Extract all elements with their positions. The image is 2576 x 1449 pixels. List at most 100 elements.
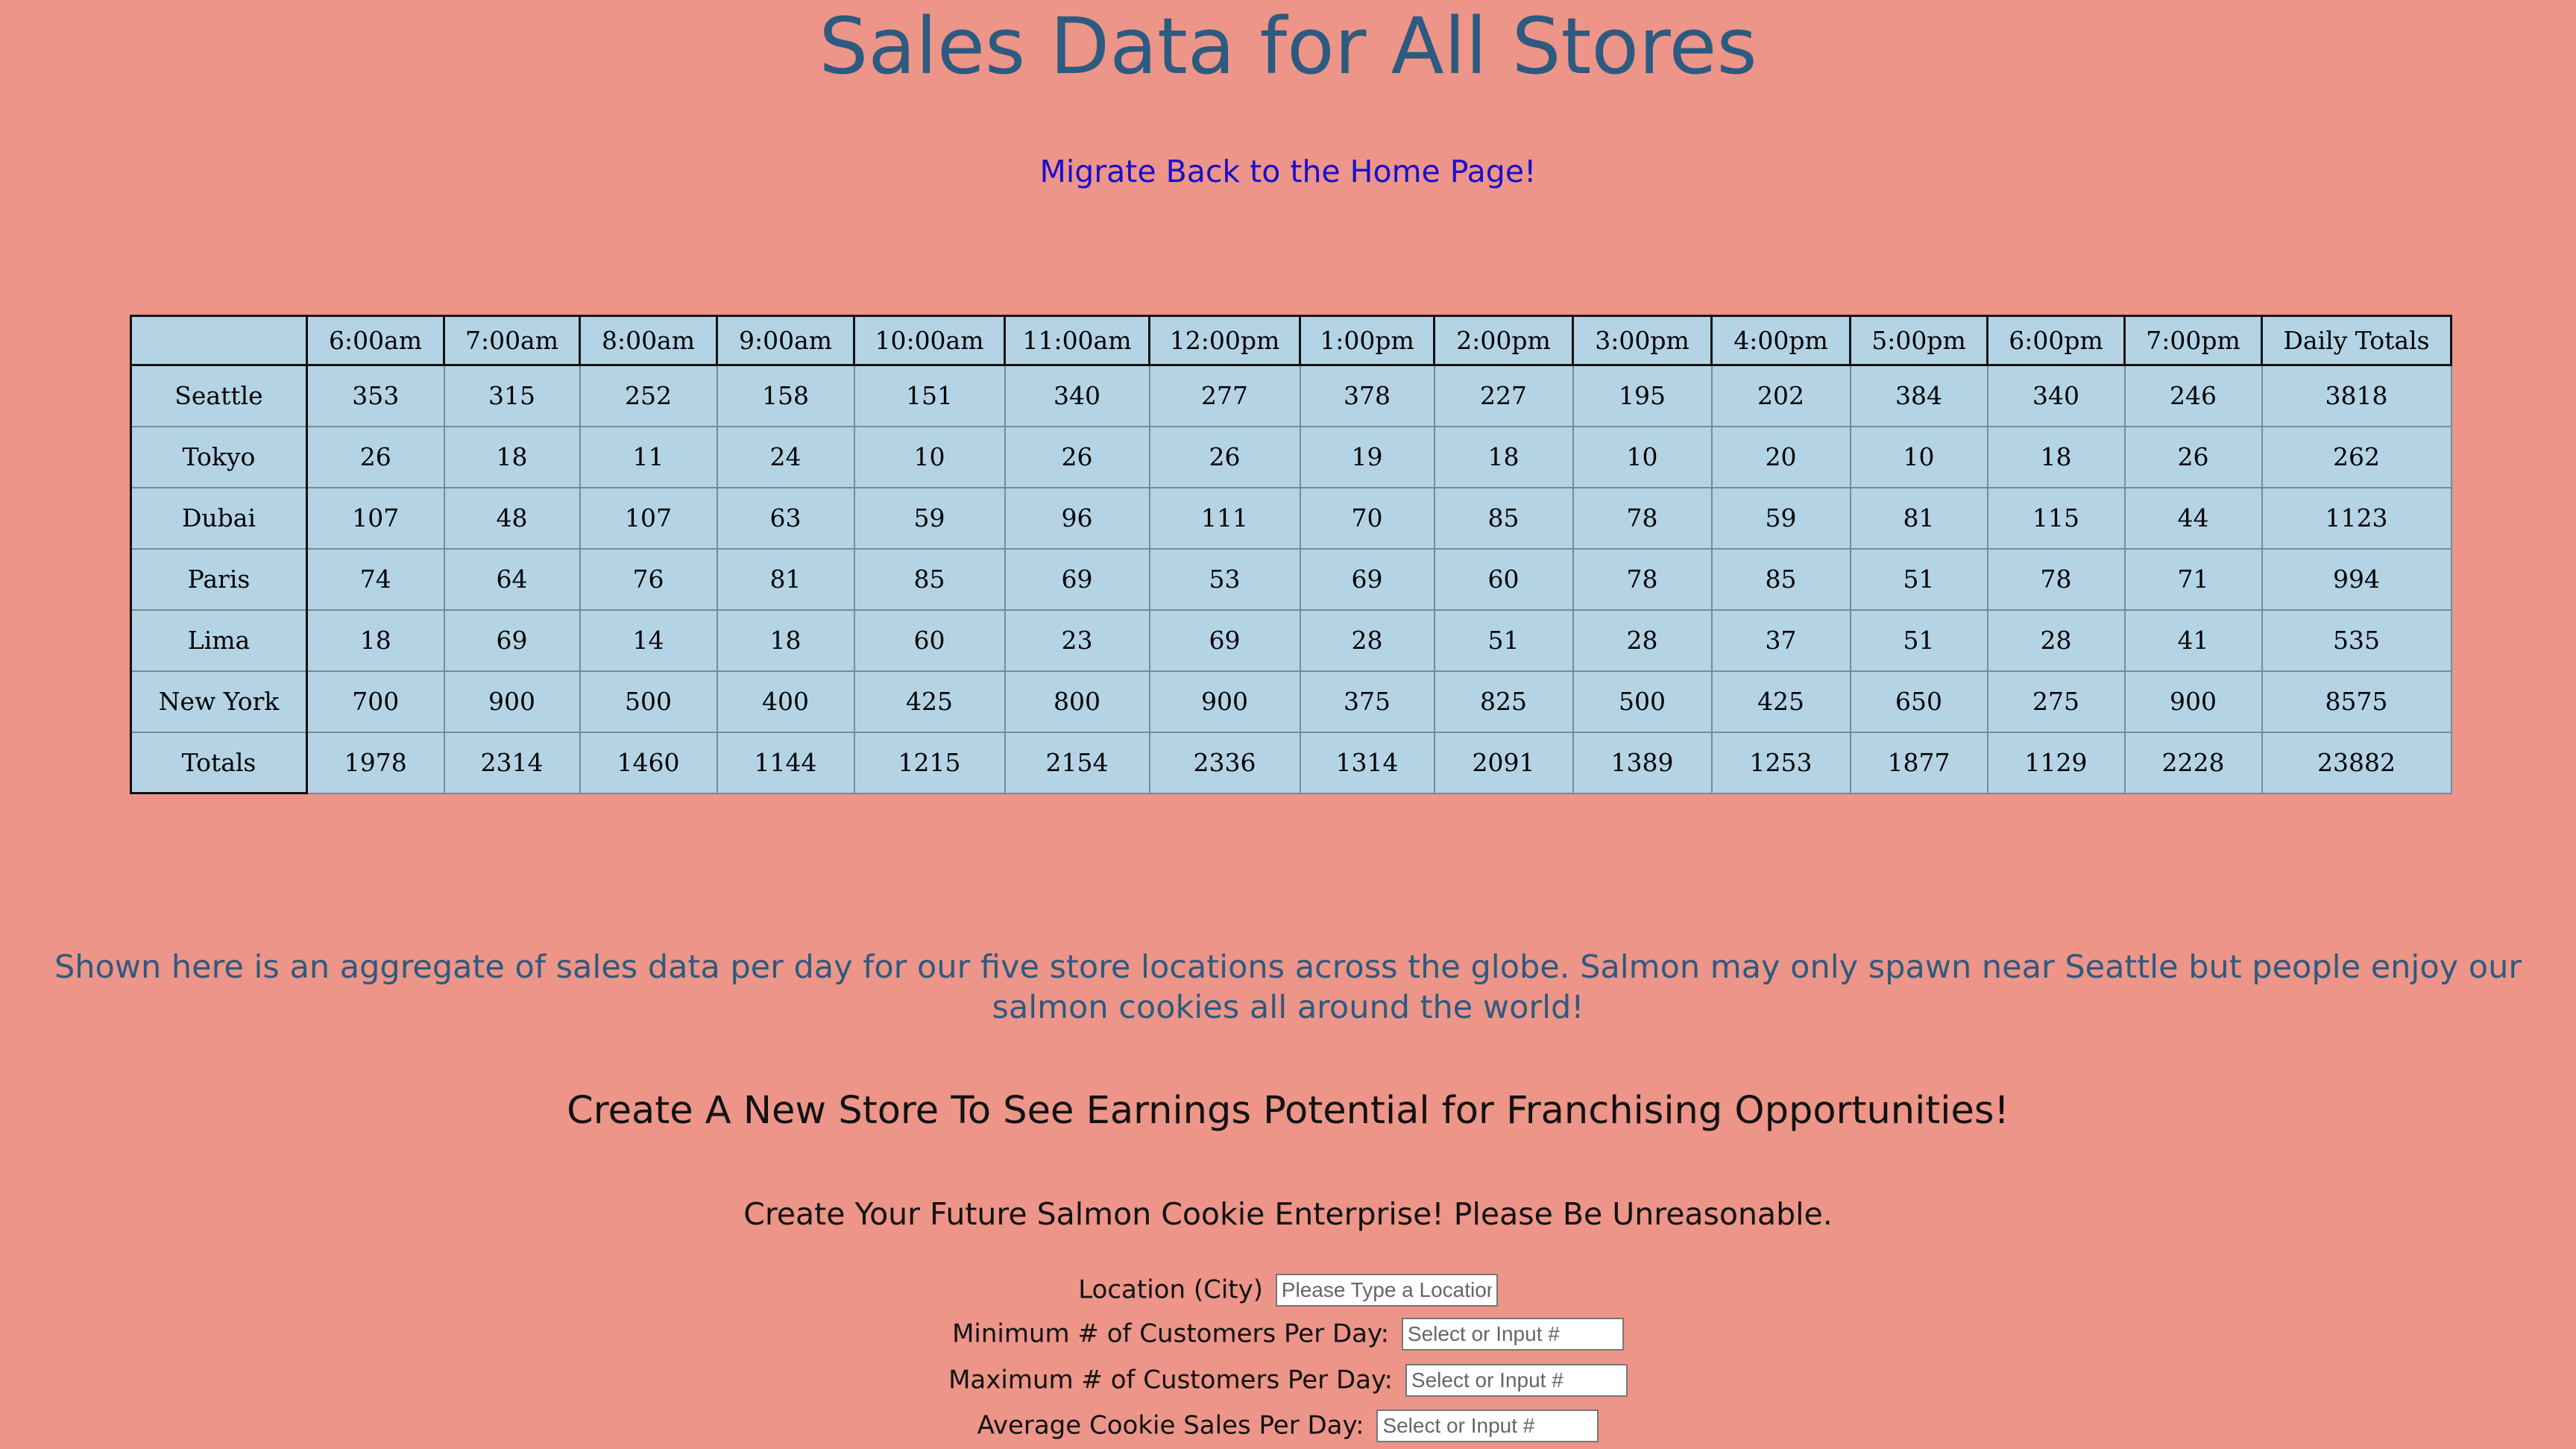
sales-cell: 10 — [1572, 425, 1713, 488]
sales-cell: 78 — [1986, 547, 2126, 611]
sales-cell: 60 — [853, 609, 1006, 672]
store-name-cell: Lima — [130, 609, 308, 672]
hour-header: 6:00pm — [1986, 315, 2126, 366]
hour-header: 1:00pm — [1299, 315, 1435, 366]
store-total-cell: 3818 — [2261, 364, 2452, 427]
hourly-total-cell: 1389 — [1572, 731, 1713, 794]
max-customers-label: Maximum # of Customers Per Day: — [948, 1365, 1394, 1395]
sales-cell: 340 — [1986, 364, 2126, 427]
sales-cell: 353 — [306, 364, 445, 427]
hourly-total-cell: 1877 — [1849, 731, 1988, 794]
location-row: Location (City) — [0, 1271, 2576, 1308]
sales-cell: 315 — [443, 364, 581, 427]
store-name-cell: Seattle — [130, 364, 308, 427]
min-customers-row: Minimum # of Customers Per Day: — [0, 1315, 2576, 1352]
sales-cell: 900 — [443, 670, 581, 733]
sales-cell: 26 — [1148, 425, 1301, 488]
totals-label: Totals — [130, 731, 308, 794]
sales-cell: 81 — [1849, 486, 1988, 550]
table-body: Seattle 353 315 252 158 151 340 277 378 227 195 202… — [130, 364, 2452, 733]
store-total-cell: 535 — [2261, 609, 2452, 672]
sales-cell: 69 — [1299, 547, 1435, 611]
sales-cell: 14 — [579, 609, 718, 672]
sales-cell: 252 — [579, 364, 718, 427]
table-row: Seattle 353 315 252 158 151 340 277 378 227 195 202… — [130, 364, 2452, 427]
table-header: 6:00am 7:00am 8:00am 9:00am 10:00am 11:0… — [130, 315, 2452, 366]
avg-sales-input[interactable] — [1376, 1409, 1599, 1442]
create-store-heading: Create A New Store To See Earnings Poten… — [567, 1089, 2009, 1133]
hour-header: 11:00am — [1004, 315, 1150, 366]
totals-row: Totals 1978 2314 1460 1144 1215 2154 2336 1314 2… — [130, 731, 2452, 794]
page-title: Sales Data for All Stores — [819, 1, 1757, 92]
sales-cell: 63 — [716, 486, 855, 550]
sales-cell: 115 — [1986, 486, 2126, 550]
max-customers-input[interactable] — [1405, 1363, 1628, 1397]
sales-cell: 425 — [853, 670, 1006, 733]
sales-cell: 24 — [716, 425, 855, 488]
sales-table: 6:00am 7:00am 8:00am 9:00am 10:00am 11:0… — [130, 315, 2452, 794]
store-total-cell: 1123 — [2261, 486, 2452, 550]
sales-cell: 378 — [1299, 364, 1435, 427]
sales-cell: 825 — [1433, 670, 1574, 733]
table-footer: Totals 1978 2314 1460 1144 1215 2154 2336 1314 2… — [130, 731, 2452, 794]
hourly-total-cell: 1460 — [579, 731, 718, 794]
sales-cell: 78 — [1572, 547, 1713, 611]
sales-cell: 18 — [443, 425, 581, 488]
hour-header: 7:00pm — [2123, 315, 2263, 366]
sales-cell: 69 — [1004, 547, 1150, 611]
hourly-total-cell: 1144 — [716, 731, 855, 794]
sales-cell: 202 — [1710, 364, 1851, 427]
min-customers-input[interactable] — [1401, 1317, 1624, 1351]
hour-header: 4:00pm — [1710, 315, 1851, 366]
table-row: Lima 18 69 14 18 60 23 69 28 51 28 37 51 28 41 535 — [130, 609, 2452, 672]
hour-header: 5:00pm — [1849, 315, 1988, 366]
sales-cell: 23 — [1004, 609, 1150, 672]
sales-cell: 53 — [1148, 547, 1301, 611]
sales-cell: 81 — [716, 547, 855, 611]
location-input[interactable] — [1275, 1273, 1498, 1307]
store-total-cell: 8575 — [2261, 670, 2452, 733]
table-row: Paris 74 64 76 81 85 69 53 69 60 78 85 51 78 71 994 — [130, 547, 2452, 611]
sales-cell: 700 — [306, 670, 445, 733]
sales-cell: 28 — [1299, 609, 1435, 672]
home-page-link[interactable]: Migrate Back to the Home Page! — [0, 151, 2576, 192]
hourly-total-cell: 2314 — [443, 731, 581, 794]
sales-cell: 384 — [1849, 364, 1988, 427]
sales-cell: 78 — [1572, 486, 1713, 550]
store-total-cell: 994 — [2261, 547, 2452, 611]
sales-cell: 900 — [1148, 670, 1301, 733]
sales-cell: 28 — [1986, 609, 2126, 672]
sales-cell: 59 — [853, 486, 1006, 550]
sales-description: Shown here is an aggregate of sales data… — [54, 949, 2522, 1026]
hour-header: 3:00pm — [1572, 315, 1713, 366]
table-row: Tokyo 26 18 11 24 10 26 26 19 18 10 20 10 18 26 262 — [130, 425, 2452, 488]
sales-cell: 76 — [579, 547, 718, 611]
store-name-cell: Dubai — [130, 486, 308, 550]
hourly-total-cell: 1314 — [1299, 731, 1435, 794]
store-name-cell: Paris — [130, 547, 308, 611]
sales-cell: 10 — [1849, 425, 1988, 488]
sales-cell: 41 — [2123, 609, 2263, 672]
sales-cell: 227 — [1433, 364, 1574, 427]
hourly-total-cell: 1215 — [853, 731, 1006, 794]
sales-cell: 74 — [306, 547, 445, 611]
sales-cell: 195 — [1572, 364, 1713, 427]
hourly-total-cell: 1253 — [1710, 731, 1851, 794]
sales-cell: 18 — [1986, 425, 2126, 488]
avg-sales-label: Average Cookie Sales Per Day: — [977, 1410, 1364, 1441]
sales-cell: 51 — [1849, 547, 1988, 611]
hourly-total-cell: 2091 — [1433, 731, 1574, 794]
sales-cell: 28 — [1572, 609, 1713, 672]
hour-header: 10:00am — [853, 315, 1006, 366]
table-row: Dubai 107 48 107 63 59 96 111 70 85 78 59 81 115 44 112… — [130, 486, 2452, 550]
max-customers-row: Maximum # of Customers Per Day: — [0, 1361, 2576, 1398]
table-row: New York 700 900 500 400 425 800 900 375 825 500 42… — [130, 670, 2452, 733]
sales-cell: 111 — [1148, 486, 1301, 550]
sales-cell: 60 — [1433, 547, 1574, 611]
hour-header: 9:00am — [716, 315, 855, 366]
sales-cell: 59 — [1710, 486, 1851, 550]
sales-cell: 69 — [1148, 609, 1301, 672]
sales-cell: 64 — [443, 547, 581, 611]
sales-cell: 107 — [579, 486, 718, 550]
sales-cell: 11 — [579, 425, 718, 488]
